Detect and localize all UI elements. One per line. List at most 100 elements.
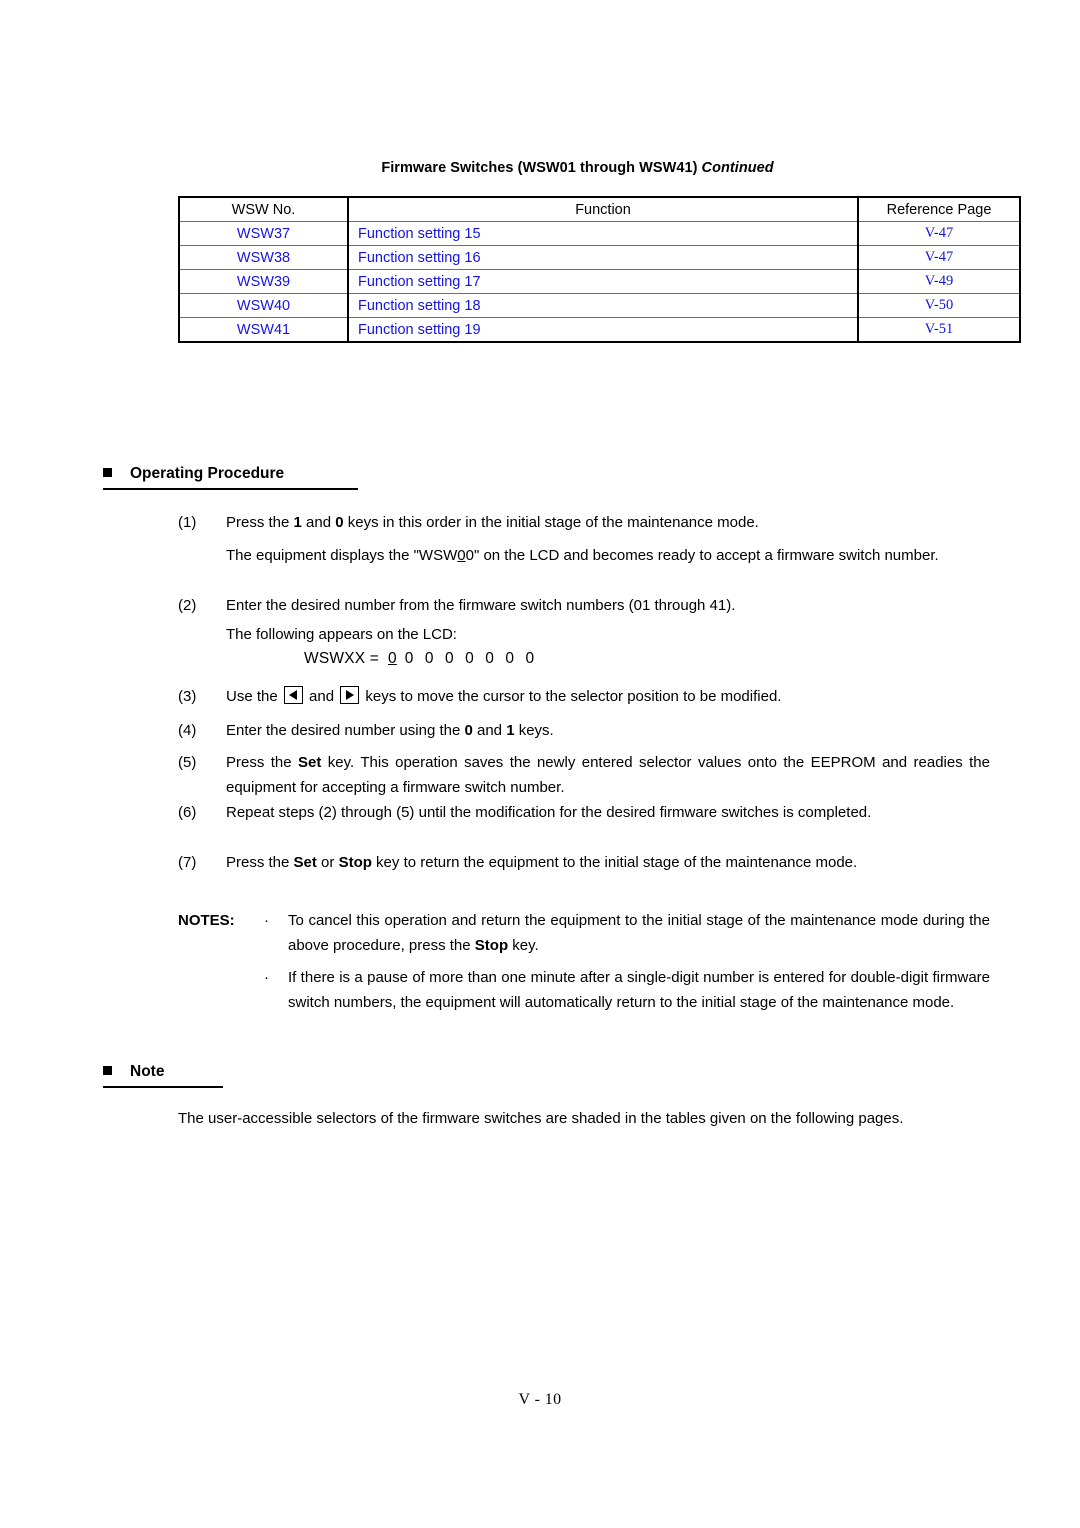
note-text-pre: To cancel this operation and return the …	[288, 912, 990, 954]
cell-reference-page: V-49	[857, 269, 1021, 294]
step-number: (7)	[178, 854, 197, 871]
note-item-text: If there is a pause of more than one min…	[288, 969, 990, 1011]
note-text-post: key.	[508, 937, 539, 954]
table-row: WSW37 Function setting 15 V-47	[178, 221, 1021, 246]
step-1: (1) Press the 1 and 0 keys in this order…	[178, 510, 990, 535]
heading-underline	[103, 488, 358, 490]
bullet-dot-icon: ·	[264, 969, 269, 986]
step-number: (2)	[178, 597, 197, 614]
table-caption-continued: Continued	[701, 160, 774, 176]
cell-function: Function setting 16	[347, 245, 859, 270]
step-number: (4)	[178, 722, 197, 739]
step-4: (4) Enter the desired number using the 0…	[178, 718, 990, 743]
header-reference-page: Reference Page	[857, 196, 1021, 222]
key-label-2: Stop	[338, 854, 372, 871]
arrow-right-key-icon	[340, 686, 360, 704]
cell-function: Function setting 17	[347, 269, 859, 294]
step-text: Repeat steps (2) through (5) until the m…	[226, 804, 872, 821]
paragraph-after-step-1: The equipment displays the "WSW00" on th…	[226, 543, 990, 568]
step-3: (3) Use the and keys to move the cursor …	[178, 684, 990, 709]
cell-wsw-no: WSW37	[178, 221, 349, 246]
step-number: (6)	[178, 804, 197, 821]
heading-underline	[103, 1086, 223, 1088]
square-bullet-icon	[103, 1066, 112, 1075]
step-6: (6) Repeat steps (2) through (5) until t…	[178, 800, 990, 825]
step-number: (1)	[178, 514, 197, 531]
step-text-post: keys to move the cursor to the selector …	[361, 688, 782, 705]
step-text-pre: Enter the desired number using the	[226, 722, 465, 739]
note-item: · To cancel this operation and return th…	[264, 908, 990, 958]
paragraph-after-step-2: The following appears on the LCD:	[226, 626, 457, 643]
paragraph-pre: The equipment displays the "WSW	[226, 547, 458, 564]
lcd-cursor-digit: 0	[388, 650, 397, 667]
step-text-mid: or	[316, 854, 339, 871]
cell-wsw-no: WSW39	[178, 269, 349, 294]
header-wsw-no: WSW No.	[178, 196, 349, 222]
step-text: Press the Set key. This operation saves …	[226, 750, 990, 800]
section-heading-label: Operating Procedure	[130, 465, 285, 482]
note-item-text: To cancel this operation and return the …	[288, 908, 990, 958]
bullet-dot-icon: ·	[264, 912, 269, 929]
section-heading-operating-procedure: Operating Procedure	[103, 465, 358, 490]
note-section-body: The user-accessible selectors of the fir…	[178, 1110, 904, 1127]
cell-reference-page: V-50	[857, 293, 1021, 318]
cell-reference-page: V-47	[857, 245, 1021, 270]
key-label-2: 0	[335, 514, 344, 531]
cell-reference-page: V-47	[857, 221, 1021, 246]
cell-wsw-no: WSW40	[178, 293, 349, 318]
table-row: WSW41 Function setting 19 V-51	[178, 317, 1021, 343]
cell-function: Function setting 18	[347, 293, 859, 318]
key-label-1: Set	[298, 754, 322, 771]
square-bullet-icon	[103, 468, 112, 477]
step-7: (7) Press the Set or Stop key to return …	[178, 850, 990, 875]
step-text-post: keys.	[514, 722, 554, 739]
paragraph-underlined-digit: 0	[457, 547, 466, 564]
step-text-pre: Press the	[226, 754, 299, 771]
step-text: Use the and keys to move the cursor to t…	[226, 684, 990, 709]
key-label-1: 0	[464, 722, 473, 739]
cell-wsw-no: WSW41	[178, 317, 349, 343]
step-text-post: key. This operation saves the newly ente…	[226, 754, 990, 796]
step-2: (2) Enter the desired number from the fi…	[178, 593, 990, 618]
step-text-post: keys in this order in the initial stage …	[343, 514, 759, 531]
table-row: WSW40 Function setting 18 V-50	[178, 293, 1021, 318]
step-text-mid: and	[304, 688, 339, 705]
step-text: Enter the desired number from the firmwa…	[226, 597, 736, 614]
step-text-mid: and	[301, 514, 336, 531]
note-item: · If there is a pause of more than one m…	[264, 965, 990, 1015]
table-caption: Firmware Switches (WSW01 through WSW41) …	[178, 160, 977, 176]
table-header-row: WSW No. Function Reference Page	[178, 196, 1021, 222]
step-text-pre: Press the	[226, 854, 294, 871]
cell-wsw-no: WSW38	[178, 245, 349, 270]
firmware-switch-table: WSW No. Function Reference Page WSW37 Fu…	[178, 196, 1021, 343]
section-heading-note: Note	[103, 1063, 223, 1088]
lcd-remaining-digits: 0 0 0 0 0 0 0	[396, 650, 538, 667]
step-text: Enter the desired number using the 0 and…	[226, 718, 990, 743]
key-label-1: 1	[293, 514, 302, 531]
section-heading-label: Note	[130, 1063, 165, 1080]
table-row: WSW39 Function setting 17 V-49	[178, 269, 1021, 294]
step-text-mid: and	[472, 722, 507, 739]
paragraph-post: 0" on the LCD and becomes ready to accep…	[465, 547, 939, 564]
table-caption-main: Firmware Switches (WSW01 through WSW41)	[381, 160, 702, 176]
lcd-sample-line: WSWXX = 0 0 0 0 0 0 0 0	[304, 650, 538, 668]
cell-reference-page: V-51	[857, 317, 1021, 343]
page-footer: V - 10	[518, 1391, 562, 1408]
step-5: (5) Press the Set key. This operation sa…	[178, 750, 990, 800]
step-number: (3)	[178, 688, 197, 705]
cell-function: Function setting 15	[347, 221, 859, 246]
lcd-label: WSWXX =	[304, 650, 389, 667]
header-function: Function	[347, 196, 859, 222]
cell-function: Function setting 19	[347, 317, 859, 343]
step-text-pre: Press the	[226, 514, 294, 531]
key-label: Stop	[474, 937, 509, 954]
key-label-2: 1	[506, 722, 515, 739]
table-row: WSW38 Function setting 16 V-47	[178, 245, 1021, 270]
key-label-1: Set	[293, 854, 317, 871]
notes-label: NOTES:	[178, 912, 235, 929]
document-page: Firmware Switches (WSW01 through WSW41) …	[0, 0, 1080, 1528]
step-text: Press the 1 and 0 keys in this order in …	[226, 510, 990, 535]
step-text-pre: Use the	[226, 688, 282, 705]
arrow-left-key-icon	[283, 686, 303, 704]
step-number: (5)	[178, 754, 197, 771]
